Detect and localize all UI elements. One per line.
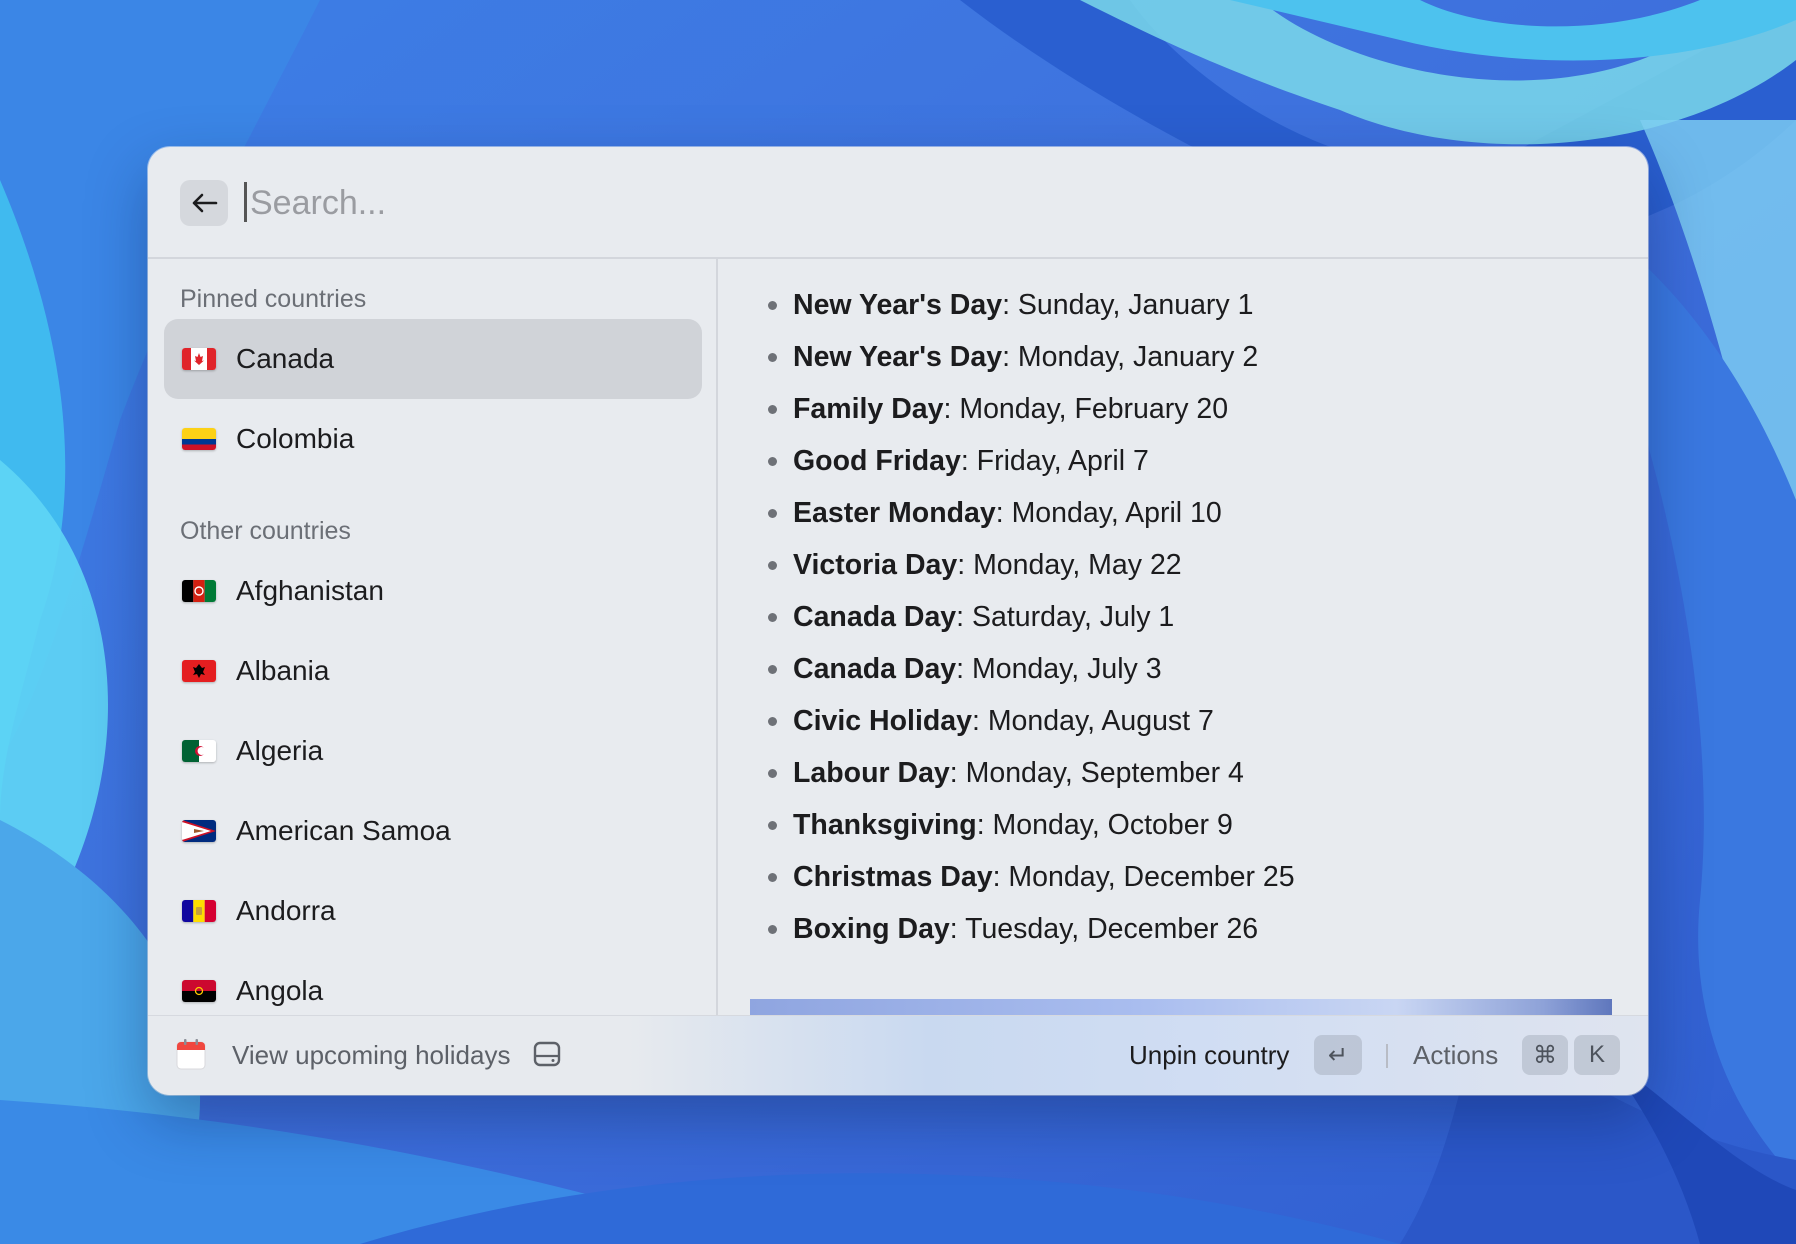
holiday-name: Good Friday: [793, 444, 961, 477]
holiday-name: Thanksgiving: [793, 808, 977, 841]
holiday-item: Victoria Day: Monday, May 22: [768, 539, 1295, 591]
holiday-item: New Year's Day: Monday, January 2: [768, 331, 1295, 383]
holiday-date: : Monday, October 9: [976, 808, 1233, 841]
country-list: Pinned countries Canada Colombia Other c…: [148, 259, 718, 1015]
list-item-american-samoa[interactable]: American Samoa: [164, 791, 702, 871]
holiday-date: : Monday, January 2: [1002, 340, 1259, 373]
holiday-item: Civic Holiday: Monday, August 7: [768, 695, 1295, 747]
holiday-name: Labour Day: [793, 756, 950, 789]
list-item-label: American Samoa: [236, 815, 451, 846]
list-item-label: Algeria: [236, 735, 324, 766]
holiday-name: Canada Day: [793, 652, 957, 685]
andorra-flag-icon: [182, 900, 216, 922]
holidays-window: Pinned countries Canada Colombia Other c…: [148, 147, 1648, 1095]
actions-button[interactable]: Actions: [1413, 1040, 1498, 1071]
list-item-label: Andorra: [236, 895, 336, 926]
k-key-hint: K: [1574, 1035, 1620, 1075]
search-bar: [148, 147, 1648, 259]
search-input[interactable]: [244, 173, 1150, 233]
list-item-canada[interactable]: Canada: [164, 319, 702, 399]
holiday-item: Labour Day: Monday, September 4: [768, 747, 1295, 799]
list-item-andorra[interactable]: Andorra: [164, 871, 702, 951]
holiday-name: New Year's Day: [793, 340, 1003, 373]
list-item-label: Albania: [236, 655, 330, 686]
holiday-item: New Year's Day: Sunday, January 1: [768, 279, 1295, 331]
holiday-name: Civic Holiday: [793, 704, 972, 737]
list-item-colombia[interactable]: Colombia: [164, 399, 702, 479]
holiday-name: Family Day: [793, 392, 944, 425]
holiday-name: Easter Monday: [793, 496, 996, 529]
unpin-country-button[interactable]: Unpin country: [1129, 1040, 1289, 1071]
view-upcoming-holidays-label: View upcoming holidays: [232, 1040, 511, 1070]
holiday-name: Boxing Day: [793, 912, 950, 945]
list-item-label: Afghanistan: [236, 575, 384, 606]
list-item-label: Canada: [236, 343, 335, 374]
holiday-date: : Sunday, January 1: [1002, 288, 1254, 321]
holiday-date: : Monday, September 4: [949, 756, 1244, 789]
holiday-name: Victoria Day: [793, 548, 958, 581]
detail-image: [750, 999, 1612, 1015]
holiday-name: New Year's Day: [793, 288, 1003, 321]
angola-flag-icon: [182, 980, 216, 1002]
list-item-label: Angola: [236, 975, 324, 1006]
holiday-date: : Tuesday, December 26: [949, 912, 1259, 945]
command-key-hint: ⌘: [1522, 1035, 1568, 1075]
colombia-flag-icon: [182, 428, 216, 450]
holiday-item: Family Day: Monday, February 20: [768, 383, 1295, 435]
holiday-item: Easter Monday: Monday, April 10: [768, 487, 1295, 539]
algeria-flag-icon: [182, 740, 216, 762]
holiday-item: Boxing Day: Tuesday, December 26: [768, 903, 1295, 955]
american-samoa-flag-icon: [182, 820, 216, 842]
pinned-countries-heading: Pinned countries: [180, 285, 367, 313]
holiday-detail-panel: New Year's Day: Sunday, January 1 New Ye…: [718, 259, 1648, 1015]
text-caret: [244, 182, 247, 222]
holiday-item: Thanksgiving: Monday, October 9: [768, 799, 1295, 851]
holiday-date: : Monday, April 10: [995, 496, 1222, 529]
holiday-date: : Monday, July 3: [956, 652, 1162, 685]
holiday-name: Canada Day: [793, 600, 957, 633]
arrow-left-icon: [192, 193, 218, 213]
holiday-list: New Year's Day: Sunday, January 1 New Ye…: [768, 279, 1295, 955]
list-item-label: Colombia: [236, 423, 355, 454]
list-item-algeria[interactable]: Algeria: [164, 711, 702, 791]
albania-flag-icon: [182, 660, 216, 682]
holiday-date: : Monday, May 22: [957, 548, 1182, 581]
calendar-icon: [176, 1039, 206, 1070]
afghanistan-flag-icon: [182, 580, 216, 602]
action-bar: View upcoming holidays Unpin country ↵ A…: [148, 1015, 1648, 1095]
hard-drive-icon: [533, 1041, 561, 1067]
list-item-afghanistan[interactable]: Afghanistan: [164, 551, 702, 631]
back-button[interactable]: [180, 180, 228, 226]
enter-key-hint: ↵: [1314, 1035, 1362, 1075]
other-countries-heading: Other countries: [180, 517, 351, 545]
holiday-date: : Monday, February 20: [943, 392, 1229, 425]
holiday-item: Canada Day: Monday, July 3: [768, 643, 1295, 695]
list-item-albania[interactable]: Albania: [164, 631, 702, 711]
holiday-date: : Friday, April 7: [960, 444, 1149, 477]
holiday-date: : Saturday, July 1: [956, 600, 1175, 633]
holiday-name: Christmas Day: [793, 860, 993, 893]
canada-flag-icon: [182, 348, 216, 370]
holiday-date: : Monday, December 25: [992, 860, 1295, 893]
list-item-angola[interactable]: Angola: [164, 951, 702, 1015]
holiday-date: : Monday, August 7: [971, 704, 1214, 737]
holiday-item: Canada Day: Saturday, July 1: [768, 591, 1295, 643]
action-divider: [1386, 1044, 1388, 1068]
holiday-item: Christmas Day: Monday, December 25: [768, 851, 1295, 903]
holiday-item: Good Friday: Friday, April 7: [768, 435, 1295, 487]
